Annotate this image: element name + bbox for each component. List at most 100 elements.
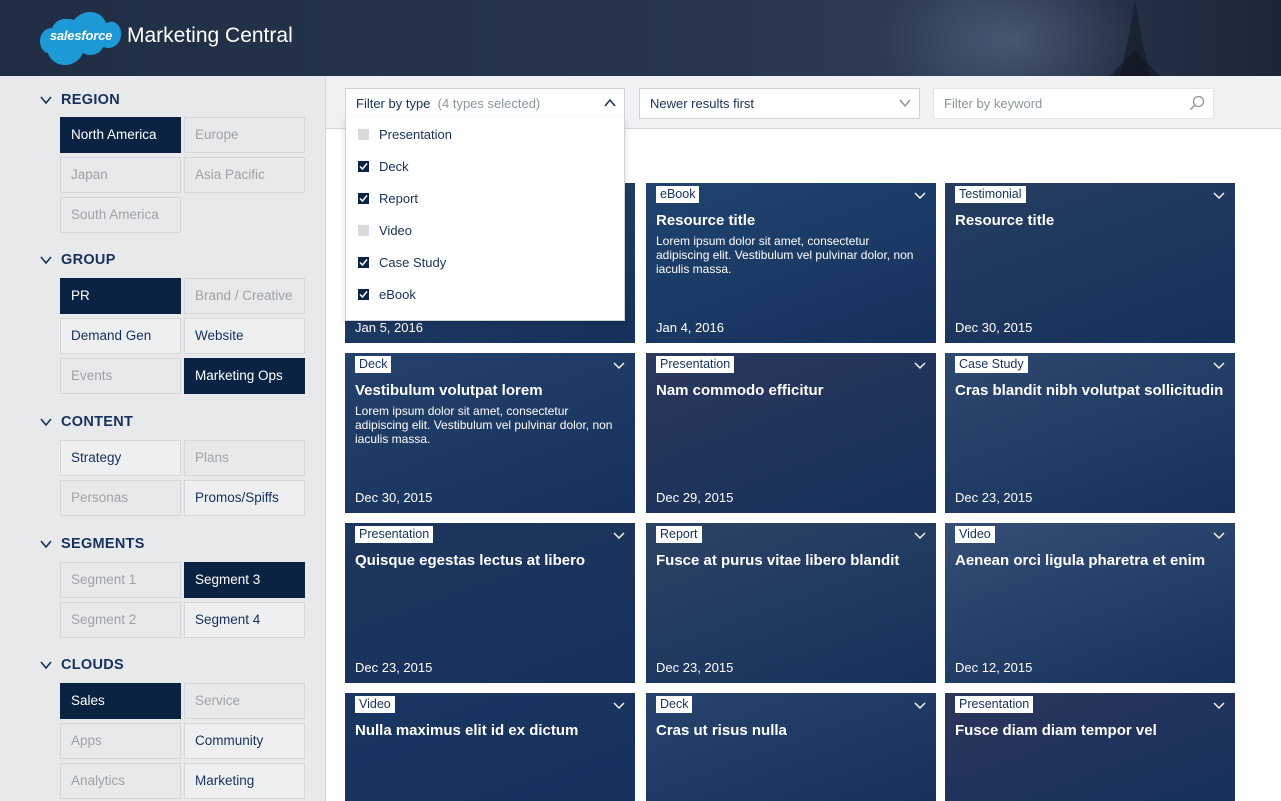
- type-option-ebook[interactable]: eBook: [358, 284, 416, 304]
- card-title[interactable]: Fusce diam diam tempor vel: [955, 722, 1225, 739]
- chevron-down-icon: [40, 96, 52, 105]
- resource-card[interactable]: Deck Vestibulum volutpat lorem Lorem ipsum…: [345, 353, 635, 513]
- chip-community[interactable]: Community: [184, 723, 305, 759]
- option-label: Deck: [379, 158, 409, 174]
- chip-promos-spiffs[interactable]: Promos/Spiffs: [184, 480, 305, 516]
- chevron-down-icon[interactable]: [914, 191, 926, 200]
- search-icon[interactable]: [1189, 95, 1205, 111]
- chip-demand-gen[interactable]: Demand Gen: [60, 318, 181, 354]
- chip-personas[interactable]: Personas: [60, 480, 181, 516]
- chip-south-america[interactable]: South America: [60, 197, 181, 233]
- card-title[interactable]: Nam commodo efficitur: [656, 382, 926, 399]
- chevron-down-icon[interactable]: [613, 361, 625, 370]
- section-label: SEGMENTS: [61, 536, 145, 552]
- sort-dropdown[interactable]: Newer results first: [639, 88, 920, 119]
- chip-segment-1[interactable]: Segment 1: [60, 562, 181, 598]
- section-content[interactable]: CONTENT: [40, 414, 133, 430]
- app-header: salesforce Marketing Central: [0, 0, 1281, 76]
- chip-apps[interactable]: Apps: [60, 723, 181, 759]
- card-type-badge: Testimonial: [955, 186, 1026, 203]
- card-type-badge: Video: [355, 696, 395, 713]
- chip-strategy[interactable]: Strategy: [60, 440, 181, 476]
- chip-events[interactable]: Events: [60, 358, 181, 394]
- chevron-down-icon[interactable]: [1213, 361, 1225, 370]
- section-segments[interactable]: SEGMENTS: [40, 536, 145, 552]
- card-date: Dec 12, 2015: [955, 660, 1033, 675]
- chevron-down-icon: [40, 256, 52, 265]
- resource-card[interactable]: Video Aenean orci ligula pharetra et enim…: [945, 523, 1235, 683]
- chevron-down-icon[interactable]: [1213, 191, 1225, 200]
- resource-card[interactable]: Case Study Cras blandit nibh volutpat sol…: [945, 353, 1235, 513]
- chip-segment-3[interactable]: Segment 3: [184, 562, 305, 598]
- chevron-down-icon[interactable]: [914, 361, 926, 370]
- type-option-deck[interactable]: Deck: [358, 156, 409, 176]
- resource-card[interactable]: Testimonial Resource title Dec 30, 2015: [945, 183, 1235, 343]
- resource-card[interactable]: Report Fusce at purus vitae libero blandi…: [646, 523, 936, 683]
- resource-card[interactable]: Video Nulla maximus elit id ex dictum: [345, 693, 635, 801]
- section-label: GROUP: [61, 252, 116, 268]
- chip-plans[interactable]: Plans: [184, 440, 305, 476]
- card-title[interactable]: Cras ut risus nulla: [656, 722, 926, 739]
- chip-service[interactable]: Service: [184, 683, 305, 719]
- checkbox-checked-icon[interactable]: [358, 288, 369, 300]
- type-option-report[interactable]: Report: [358, 188, 418, 208]
- chip-marketing-ops[interactable]: Marketing Ops: [184, 358, 305, 394]
- chip-pr[interactable]: PR: [60, 278, 181, 314]
- chip-brand-creative[interactable]: Brand / Creative: [184, 278, 305, 314]
- resource-card[interactable]: Deck Cras ut risus nulla: [646, 693, 936, 801]
- section-region[interactable]: REGION: [40, 92, 120, 108]
- resource-card[interactable]: eBook Resource title Lorem ipsum dolor sit…: [646, 183, 936, 343]
- chevron-down-icon[interactable]: [914, 701, 926, 710]
- checkbox-checked-icon[interactable]: [358, 192, 369, 204]
- chevron-down-icon[interactable]: [613, 701, 625, 710]
- card-overlay: [345, 523, 635, 683]
- card-title[interactable]: Resource title: [955, 212, 1225, 229]
- card-overlay: [646, 353, 936, 513]
- type-filter-label: Filter by type: [356, 96, 431, 111]
- chip-segment-4[interactable]: Segment 4: [184, 602, 305, 638]
- chevron-down-icon[interactable]: [914, 531, 926, 540]
- type-option-video[interactable]: Video: [358, 220, 412, 240]
- type-option-presentation[interactable]: Presentation: [358, 124, 452, 144]
- section-group[interactable]: GROUP: [40, 252, 116, 268]
- section-clouds[interactable]: CLOUDS: [40, 657, 124, 673]
- resource-card[interactable]: Presentation Fusce diam diam tempor vel: [945, 693, 1235, 801]
- chip-europe[interactable]: Europe: [184, 117, 305, 153]
- checkbox-icon[interactable]: [358, 224, 369, 236]
- chevron-down-icon[interactable]: [613, 531, 625, 540]
- chip-website[interactable]: Website: [184, 318, 305, 354]
- salesforce-logo[interactable]: salesforce: [40, 11, 122, 67]
- card-title[interactable]: Aenean orci ligula pharetra et enim: [955, 552, 1225, 569]
- chip-marketing[interactable]: Marketing: [184, 763, 305, 799]
- resource-card[interactable]: Presentation Quisque egestas lectus at li…: [345, 523, 635, 683]
- checkbox-checked-icon[interactable]: [358, 256, 369, 268]
- card-title[interactable]: Quisque egestas lectus at libero: [355, 552, 625, 569]
- option-label: Report: [379, 190, 419, 206]
- chip-segment-2[interactable]: Segment 2: [60, 602, 181, 638]
- resource-card[interactable]: Presentation Nam commodo efficitur Dec 29,…: [646, 353, 936, 513]
- card-type-badge: Presentation: [355, 526, 434, 543]
- card-overlay: [945, 523, 1235, 683]
- card-title[interactable]: Nulla maximus elit id ex dictum: [355, 722, 625, 739]
- keyword-search-field[interactable]: Filter by keyword: [933, 88, 1214, 119]
- chip-japan[interactable]: Japan: [60, 157, 181, 193]
- card-title[interactable]: Fusce at purus vitae libero blandit: [656, 552, 926, 569]
- chip-sales[interactable]: Sales: [60, 683, 181, 719]
- chip-asia-pacific[interactable]: Asia Pacific: [184, 157, 305, 193]
- chevron-down-icon[interactable]: [1213, 531, 1225, 540]
- chevron-down-icon[interactable]: [1213, 701, 1225, 710]
- chevron-down-icon: [899, 99, 911, 108]
- card-title[interactable]: Cras blandit nibh volutpat sollicitudin: [955, 382, 1225, 399]
- chevron-down-icon: [40, 418, 52, 427]
- chip-analytics[interactable]: Analytics: [60, 763, 181, 799]
- type-option-case-study[interactable]: Case Study: [358, 252, 446, 272]
- card-title[interactable]: Vestibulum volutpat lorem: [355, 382, 625, 399]
- card-type-badge: eBook: [656, 186, 700, 203]
- checkbox-checked-icon[interactable]: [358, 160, 369, 172]
- chip-north-america[interactable]: North America: [60, 117, 181, 153]
- card-title[interactable]: Resource title: [656, 212, 926, 229]
- checkbox-icon[interactable]: [358, 128, 369, 140]
- section-label: CLOUDS: [61, 657, 125, 673]
- option-label: eBook: [379, 286, 416, 302]
- card-type-badge: Video: [955, 526, 995, 543]
